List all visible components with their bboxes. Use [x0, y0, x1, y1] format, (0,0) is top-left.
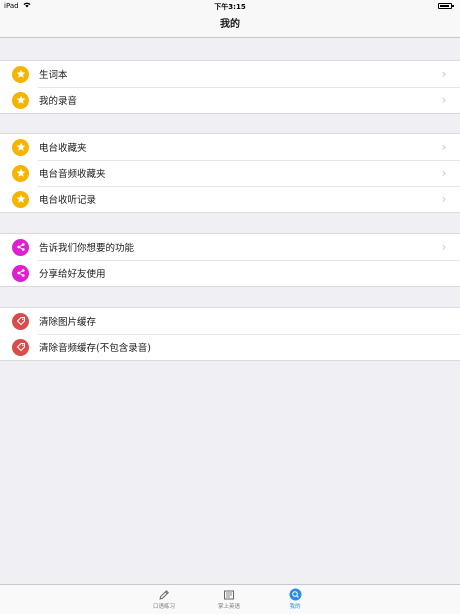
menu-group-4: 清除图片缓存 清除音频缓存(不包含录音) — [0, 307, 460, 361]
tab-label: 我的 — [289, 604, 301, 610]
star-icon — [12, 190, 29, 208]
battery-icon — [438, 3, 454, 9]
star-icon — [12, 138, 29, 156]
menu-item-label: 清除图片缓存 — [39, 317, 97, 328]
menu-item-clear-image-cache[interactable]: 清除图片缓存 — [0, 308, 460, 334]
menu-item-radio-audio-favorites[interactable]: 电台音频收藏夹 › — [0, 160, 460, 186]
menu-group-3: 告诉我们你想要的功能 › 分享给好友使用 — [0, 233, 460, 287]
tag-icon — [12, 338, 29, 356]
chevron-right-icon: › — [441, 240, 447, 254]
menu-item-label: 清除音频缓存(不包含录音) — [39, 343, 151, 354]
chevron-right-icon: › — [441, 192, 447, 206]
menu-group-1: 生词本 › 我的录音 › — [0, 60, 460, 114]
book-icon — [223, 588, 236, 601]
page-title: 我的 — [220, 19, 240, 30]
tab-speaking-practice[interactable]: 口语练习 — [134, 588, 194, 610]
tab-bar: 口语练习 掌上英语 我的 — [0, 584, 460, 614]
status-time: 下午3:15 — [214, 3, 246, 11]
menu-item-label: 告诉我们你想要的功能 — [39, 243, 135, 254]
menu-item-label: 分享给好友使用 — [39, 269, 106, 280]
status-bar: iPad 下午3:15 — [0, 0, 460, 12]
tab-me[interactable]: 我的 — [265, 588, 325, 610]
chevron-right-icon: › — [441, 140, 447, 154]
search-icon — [289, 588, 302, 601]
tab-label: 掌上英语 — [217, 604, 240, 610]
chevron-right-icon: › — [441, 166, 447, 180]
menu-item-radio-favorites[interactable]: 电台收藏夹 › — [0, 134, 460, 160]
pencil-icon — [158, 588, 171, 601]
menu-group-2: 电台收藏夹 › 电台音频收藏夹 › 电台收听记录 › — [0, 133, 460, 213]
chevron-right-icon: › — [441, 93, 447, 107]
menu-item-label: 生词本 — [39, 70, 68, 81]
nav-bar: 我的 — [0, 12, 460, 38]
menu-item-feature-request[interactable]: 告诉我们你想要的功能 › — [0, 234, 460, 260]
star-icon — [12, 164, 29, 182]
share-icon — [12, 238, 29, 256]
menu-item-label: 电台收藏夹 — [39, 143, 87, 154]
tab-label: 口语练习 — [152, 604, 175, 610]
menu-item-radio-history[interactable]: 电台收听记录 › — [0, 186, 460, 212]
menu-item-label: 电台收听记录 — [39, 195, 97, 206]
menu-item-my-recordings[interactable]: 我的录音 › — [0, 87, 460, 113]
menu-item-label: 我的录音 — [39, 96, 78, 107]
star-icon — [12, 65, 29, 83]
chevron-right-icon: › — [441, 67, 447, 81]
menu-item-clear-audio-cache[interactable]: 清除音频缓存(不包含录音) — [0, 334, 460, 360]
menu-item-vocabulary[interactable]: 生词本 › — [0, 61, 460, 87]
menu-item-label: 电台音频收藏夹 — [39, 169, 106, 180]
tag-icon — [12, 312, 29, 330]
star-icon — [12, 91, 29, 109]
tab-mobile-english[interactable]: 掌上英语 — [199, 588, 259, 610]
menu-item-share-with-friends[interactable]: 分享给好友使用 — [0, 260, 460, 286]
share-icon — [12, 264, 29, 282]
